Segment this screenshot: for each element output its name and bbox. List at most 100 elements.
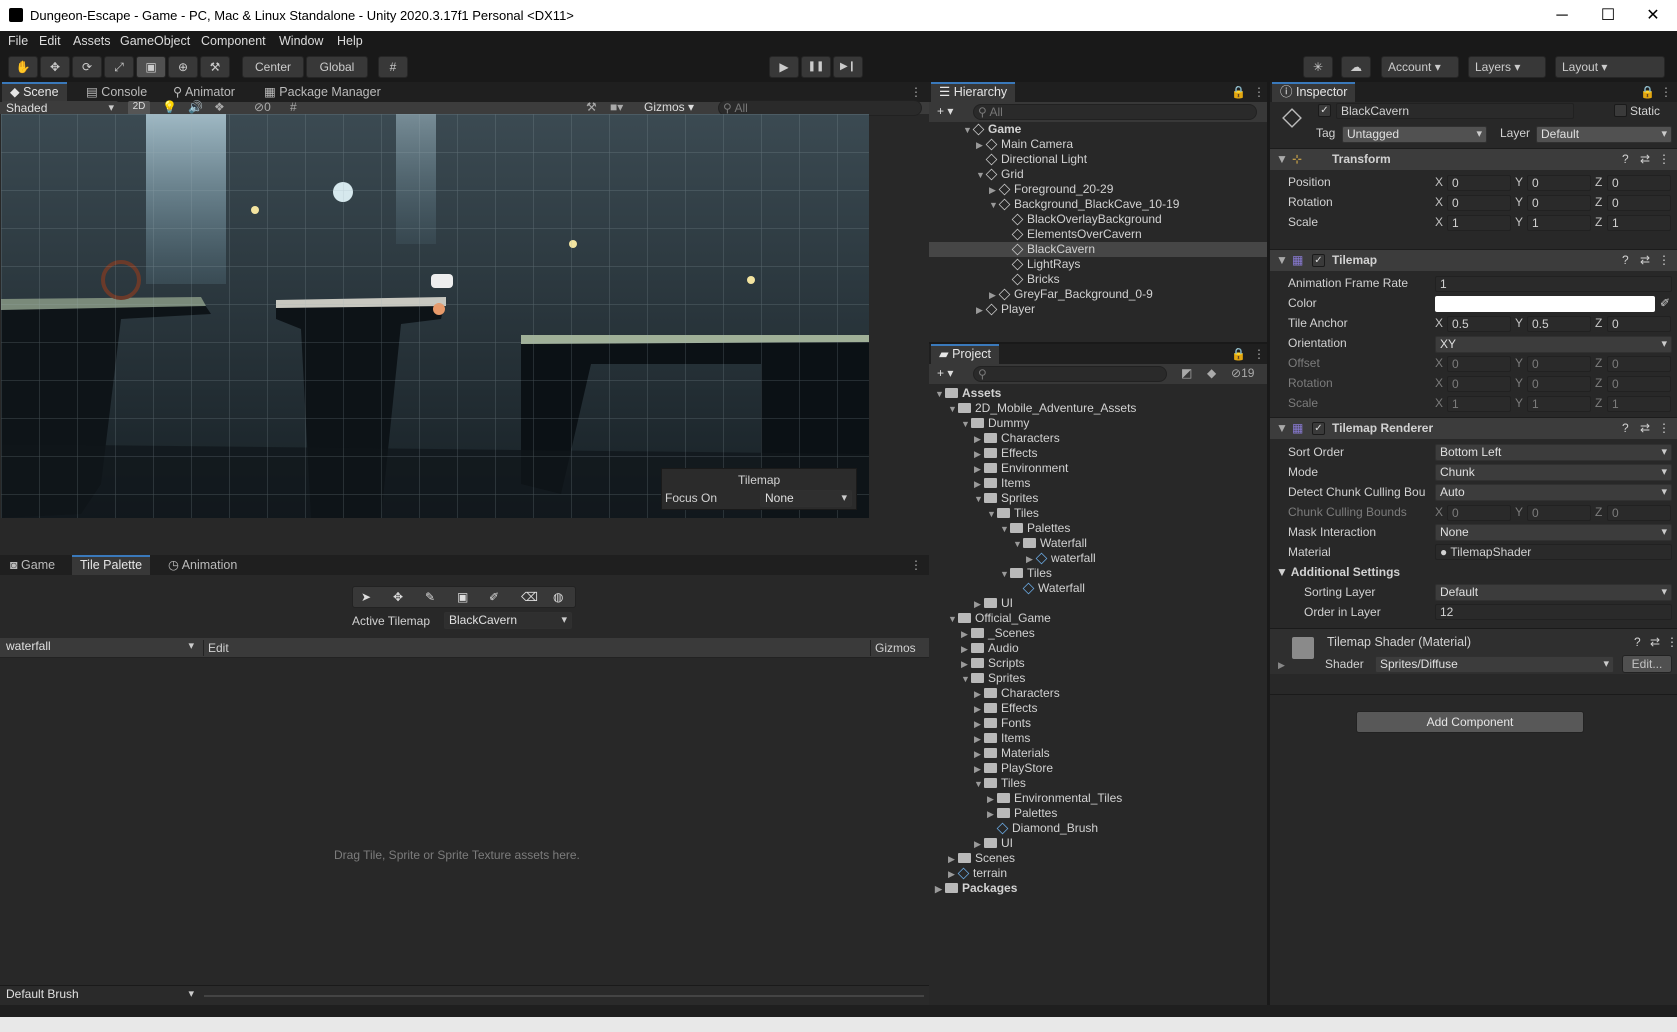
material-menu-icon[interactable]: ⋮: [1666, 634, 1677, 650]
layers-dropdown[interactable]: Layers ▾: [1468, 56, 1546, 78]
static-checkbox[interactable]: [1614, 104, 1627, 117]
collapsed-arrow-icon[interactable]: ▶: [948, 852, 958, 867]
expanded-arrow-icon[interactable]: ▼: [976, 168, 986, 183]
project-create-dropdown[interactable]: + ▾: [937, 366, 953, 380]
collapsed-arrow-icon[interactable]: ▶: [987, 792, 997, 807]
project-item[interactable]: ▶ Characters: [929, 431, 1267, 446]
culling-dropdown[interactable]: Auto: [1435, 484, 1672, 501]
hidden-packages-icon[interactable]: ⊘19: [1231, 366, 1254, 380]
tilemap-enabled-checkbox[interactable]: ✓: [1312, 254, 1325, 267]
palette-edit-button[interactable]: Edit: [203, 640, 229, 656]
rotate-tool-icon[interactable]: ⟳: [72, 56, 102, 78]
sort-order-dropdown[interactable]: Bottom Left: [1435, 444, 1672, 461]
collapsed-arrow-icon[interactable]: ▶: [974, 447, 984, 462]
collab-icon[interactable]: ✳: [1303, 56, 1333, 78]
renderer-header[interactable]: ▼ ▦ ✓ Tilemap Renderer ? ⇄ ⋮: [1270, 417, 1677, 439]
minimize-button[interactable]: ─: [1542, 5, 1582, 27]
project-item[interactable]: ▼ Assets: [929, 386, 1267, 401]
tag-dropdown[interactable]: Untagged: [1342, 126, 1487, 143]
cloud-icon[interactable]: ☁: [1341, 56, 1371, 78]
project-search-input[interactable]: ⚲: [973, 366, 1167, 382]
material-help-icon[interactable]: ?: [1634, 634, 1641, 650]
tab-tile-palette[interactable]: Tile Palette: [72, 555, 151, 575]
palette-gizmos-button[interactable]: Gizmos: [870, 640, 916, 656]
expanded-arrow-icon[interactable]: ▼: [961, 672, 971, 687]
position-field-y[interactable]: 0: [1527, 175, 1591, 191]
panel-menu-icon[interactable]: ⋮: [910, 85, 922, 99]
rotation-field-z[interactable]: 0: [1607, 195, 1671, 211]
search-by-type-icon[interactable]: ◩: [1181, 366, 1192, 380]
eraser-icon[interactable]: ⌫: [521, 590, 538, 604]
tile-anchor-field-z[interactable]: 0: [1607, 316, 1671, 332]
project-item[interactable]: ▶ Environment: [929, 461, 1267, 476]
project-item[interactable]: Diamond_Brush: [929, 821, 1267, 836]
scale-tool-icon[interactable]: ⤢: [104, 56, 134, 78]
project-item[interactable]: ▶ waterfall: [929, 551, 1267, 566]
box-fill-icon[interactable]: ▣: [457, 590, 468, 604]
collapsed-arrow-icon[interactable]: ▶: [948, 867, 958, 882]
tab-project[interactable]: ▰ Project: [931, 344, 999, 364]
paint-brush-icon[interactable]: ✎: [425, 590, 435, 604]
search-by-label-icon[interactable]: ◆: [1207, 366, 1216, 380]
expanded-arrow-icon[interactable]: ▼: [974, 777, 984, 792]
gizmos-dropdown[interactable]: Gizmos ▾: [644, 100, 694, 114]
expanded-arrow-icon[interactable]: ▼: [987, 507, 997, 522]
project-item[interactable]: ▼ Waterfall: [929, 536, 1267, 551]
collapsed-arrow-icon[interactable]: ▶: [974, 732, 984, 747]
effects-toggle-icon[interactable]: ❖: [214, 100, 225, 114]
component-menu-icon[interactable]: ⋮: [1658, 151, 1670, 167]
tools-icon[interactable]: ⚒: [586, 100, 597, 114]
menu-gameobject[interactable]: GameObject: [120, 34, 190, 48]
expanded-arrow-icon[interactable]: ▼: [963, 123, 973, 138]
sorting-layer-dropdown[interactable]: Default: [1435, 584, 1672, 601]
tab-inspector[interactable]: ⓘ Inspector: [1272, 82, 1356, 102]
project-item[interactable]: ▶ Palettes: [929, 806, 1267, 821]
create-dropdown[interactable]: + ▾: [937, 104, 953, 118]
project-item[interactable]: ▼ 2D_Mobile_Adventure_Assets: [929, 401, 1267, 416]
tab-animation[interactable]: ◷ Animation: [160, 555, 245, 575]
tilemap-menu-icon[interactable]: ⋮: [1658, 252, 1670, 268]
collapsed-arrow-icon[interactable]: ▶: [974, 462, 984, 477]
collapsed-arrow-icon[interactable]: ▶: [935, 882, 945, 897]
hierarchy-item[interactable]: Bricks: [929, 272, 1267, 287]
collapsed-arrow-icon[interactable]: ▶: [974, 432, 984, 447]
eyedropper-icon[interactable]: ✐: [1660, 295, 1670, 311]
project-item[interactable]: ▶ _Scenes: [929, 626, 1267, 641]
project-item[interactable]: ▶ Items: [929, 731, 1267, 746]
pivot-global-button[interactable]: Global: [306, 56, 368, 78]
collapsed-arrow-icon[interactable]: ▶: [961, 642, 971, 657]
tilemap-header[interactable]: ▼ ▦ ✓ Tilemap ? ⇄ ⋮: [1270, 249, 1677, 271]
expanded-arrow-icon[interactable]: ▼: [961, 417, 971, 432]
tile-anchor-field-y[interactable]: 0.5: [1527, 316, 1591, 332]
project-item[interactable]: ▼ Official_Game: [929, 611, 1267, 626]
frame-rate-field[interactable]: 1: [1435, 276, 1672, 292]
hierarchy-search-input[interactable]: ⚲ All: [973, 104, 1257, 120]
expanded-arrow-icon[interactable]: ▼: [989, 198, 999, 213]
order-in-layer-field[interactable]: 12: [1435, 604, 1672, 620]
tile-anchor-field-x[interactable]: 0.5: [1447, 316, 1511, 332]
project-item[interactable]: ▶ Scenes: [929, 851, 1267, 866]
renderer-presets-icon[interactable]: ⇄: [1640, 420, 1650, 436]
collapsed-arrow-icon[interactable]: ▶: [961, 627, 971, 642]
collapsed-arrow-icon[interactable]: ▶: [987, 807, 997, 822]
project-item[interactable]: ▶ Packages: [929, 881, 1267, 896]
pivot-center-button[interactable]: Center: [242, 56, 304, 78]
hierarchy-menu-icon[interactable]: ⋮: [1253, 85, 1265, 99]
menu-edit[interactable]: Edit: [39, 34, 61, 48]
inspector-menu-icon[interactable]: ⋮: [1660, 85, 1672, 99]
maximize-button[interactable]: ☐: [1588, 5, 1628, 27]
close-button[interactable]: ✕: [1633, 5, 1673, 27]
add-component-button[interactable]: Add Component: [1356, 711, 1584, 733]
collapsed-arrow-icon[interactable]: ▶: [974, 597, 984, 612]
collapsed-arrow-icon[interactable]: ▶: [974, 837, 984, 852]
collapsed-arrow-icon[interactable]: ▶: [974, 747, 984, 762]
move-tool-icon[interactable]: ✥: [393, 590, 403, 604]
renderer-menu-icon[interactable]: ⋮: [1658, 420, 1670, 436]
hierarchy-item[interactable]: ▶ GreyFar_Background_0-9: [929, 287, 1267, 302]
tab-package-manager[interactable]: ▦ Package Manager: [256, 82, 389, 102]
audio-toggle-icon[interactable]: 🔊: [188, 100, 203, 114]
project-menu-icon[interactable]: ⋮: [1253, 347, 1265, 361]
object-name-field[interactable]: BlackCavern: [1336, 103, 1574, 119]
inspector-lock-icon[interactable]: 🔒: [1640, 85, 1655, 99]
project-item[interactable]: ▶ UI: [929, 836, 1267, 851]
